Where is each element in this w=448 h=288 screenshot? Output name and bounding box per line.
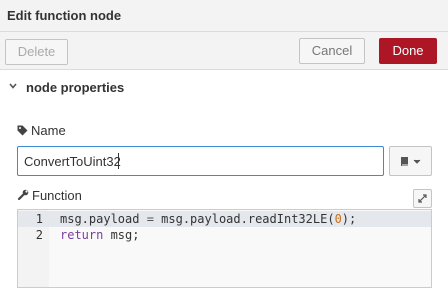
code-line[interactable]: 1 msg.payload = msg.payload.readInt32LE(… [18, 211, 431, 227]
line-number: 2 [35, 228, 43, 242]
name-input[interactable] [17, 146, 384, 176]
code-editor[interactable]: 1 msg.payload = msg.payload.readInt32LE(… [17, 209, 432, 288]
node-properties-section: node properties Name Function [0, 71, 448, 288]
button-bar: Delete Cancel Done [0, 32, 448, 70]
function-label-text: Function [32, 188, 82, 203]
name-label: Name [17, 123, 66, 138]
section-header[interactable]: node properties [0, 71, 448, 105]
library-dropdown-button[interactable] [389, 146, 432, 176]
cancel-button[interactable]: Cancel [299, 38, 365, 64]
wrench-icon [17, 189, 29, 201]
dialog-header: Edit function node [0, 0, 448, 32]
section-title: node properties [26, 80, 125, 95]
text-caret [118, 153, 119, 169]
delete-button[interactable]: Delete [5, 39, 68, 65]
code-line[interactable]: 2 return msg; [18, 227, 431, 243]
expand-icon [418, 194, 427, 203]
dialog-title: Edit function node [7, 8, 122, 23]
function-label: Function [17, 188, 82, 203]
code-text: return msg; [60, 228, 140, 242]
book-icon [401, 157, 421, 166]
name-label-text: Name [31, 123, 66, 138]
line-number: 1 [35, 212, 43, 226]
tag-icon [17, 125, 28, 136]
code-text: msg.payload = msg.payload.readInt32LE(0)… [60, 212, 357, 226]
expand-editor-button[interactable] [413, 189, 432, 208]
done-button[interactable]: Done [379, 38, 437, 64]
chevron-down-icon [9, 83, 17, 89]
